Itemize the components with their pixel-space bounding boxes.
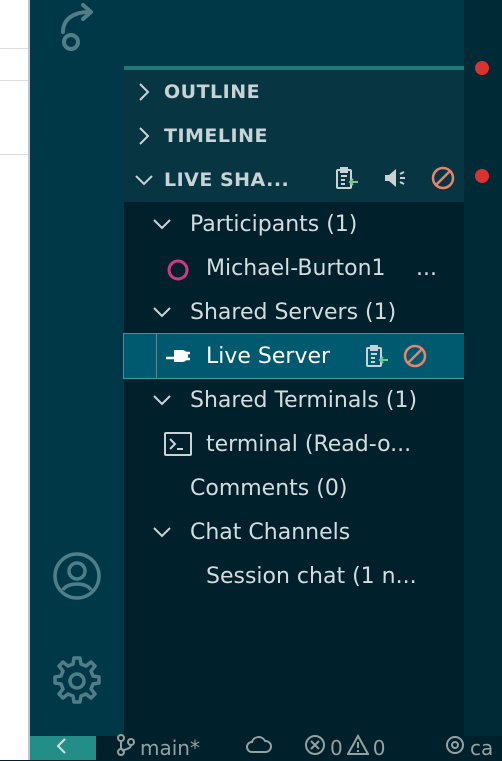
participant-more: ... — [416, 255, 437, 281]
background-window-edge — [0, 0, 30, 760]
warning-count: 0 — [372, 735, 386, 760]
cloud-icon — [246, 734, 272, 759]
remote-indicator[interactable] — [30, 736, 96, 760]
error-count: 0 — [330, 735, 343, 760]
participant-status-icon — [166, 258, 190, 288]
side-bar: OUTLINE TIMELINE LIVE SHA... Participant… — [123, 0, 465, 736]
participants-label: Participants (1) — [190, 211, 358, 237]
status-bar: main* 0 0 ca — [30, 733, 502, 761]
chevron-down-icon — [150, 525, 174, 539]
shared-terminals-label: Shared Terminals (1) — [190, 387, 418, 413]
live-share-icon[interactable] — [30, 2, 124, 54]
tree-item-chat-channels[interactable]: Chat Channels — [124, 510, 464, 554]
problems-status[interactable]: 0 0 — [304, 733, 386, 761]
activity-bar — [30, 0, 124, 736]
tree-item-live-server[interactable]: Live Server — [123, 333, 465, 379]
section-live-share[interactable]: LIVE SHA... — [124, 158, 464, 202]
tree-item-shared-terminals[interactable]: Shared Terminals (1) — [124, 378, 464, 422]
chevron-right-icon — [124, 126, 164, 146]
server-name: Live Server — [206, 343, 331, 369]
section-title-timeline: TIMELINE — [164, 125, 268, 147]
section-title-outline: OUTLINE — [164, 81, 261, 103]
shared-servers-label: Shared Servers (1) — [190, 299, 397, 325]
session-chat-label: Session chat (1 n... — [206, 563, 417, 589]
chevron-down-icon — [150, 393, 174, 407]
chevron-down-icon — [150, 305, 174, 319]
breakpoint-indicator — [475, 169, 489, 183]
status-extra: ca — [470, 735, 494, 760]
copy-link-icon[interactable] — [364, 343, 390, 375]
stop-icon[interactable] — [430, 165, 456, 195]
tree-item-shared-servers[interactable]: Shared Servers (1) — [124, 290, 464, 334]
chat-channels-label: Chat Channels — [190, 519, 351, 545]
broadcast-icon — [444, 734, 466, 761]
tree-item-terminal[interactable]: terminal (Read-o... — [124, 422, 464, 466]
settings-gear-icon[interactable] — [30, 654, 124, 708]
chevron-down-icon — [124, 173, 164, 187]
section-outline[interactable]: OUTLINE — [124, 70, 464, 114]
branch-name: main* — [140, 735, 200, 760]
sync-status[interactable] — [246, 734, 272, 759]
stop-icon[interactable] — [402, 343, 428, 375]
account-icon[interactable] — [30, 550, 124, 602]
tree-item-comments[interactable]: Comments (0) — [124, 466, 464, 510]
audio-icon[interactable] — [382, 165, 408, 195]
plug-icon — [164, 344, 194, 374]
editor-area — [464, 0, 502, 736]
warning-icon — [346, 733, 370, 761]
tree-indent-guide — [156, 334, 157, 378]
git-branch-icon — [116, 734, 136, 761]
section-title-live-share: LIVE SHA... — [164, 169, 290, 191]
error-icon — [304, 734, 326, 761]
copy-link-icon[interactable] — [334, 165, 360, 195]
chevron-down-icon — [150, 217, 174, 231]
terminal-icon — [164, 432, 192, 462]
tree-item-participant[interactable]: Michael-Burton1 ... — [124, 246, 464, 290]
remote-icon — [53, 736, 73, 760]
broadcast-status[interactable]: ca — [444, 734, 493, 761]
sidebar-header-area — [124, 0, 464, 66]
git-branch[interactable]: main* — [116, 734, 200, 761]
tree-item-participants[interactable]: Participants (1) — [124, 202, 464, 246]
chevron-right-icon — [124, 82, 164, 102]
terminal-name: terminal (Read-o... — [206, 431, 412, 457]
participant-name: Michael-Burton1 — [206, 255, 386, 281]
section-timeline[interactable]: TIMELINE — [124, 114, 464, 158]
tree-item-session-chat[interactable]: Session chat (1 n... — [124, 554, 464, 598]
breakpoint-indicator — [475, 61, 489, 75]
comments-label: Comments (0) — [190, 475, 348, 501]
